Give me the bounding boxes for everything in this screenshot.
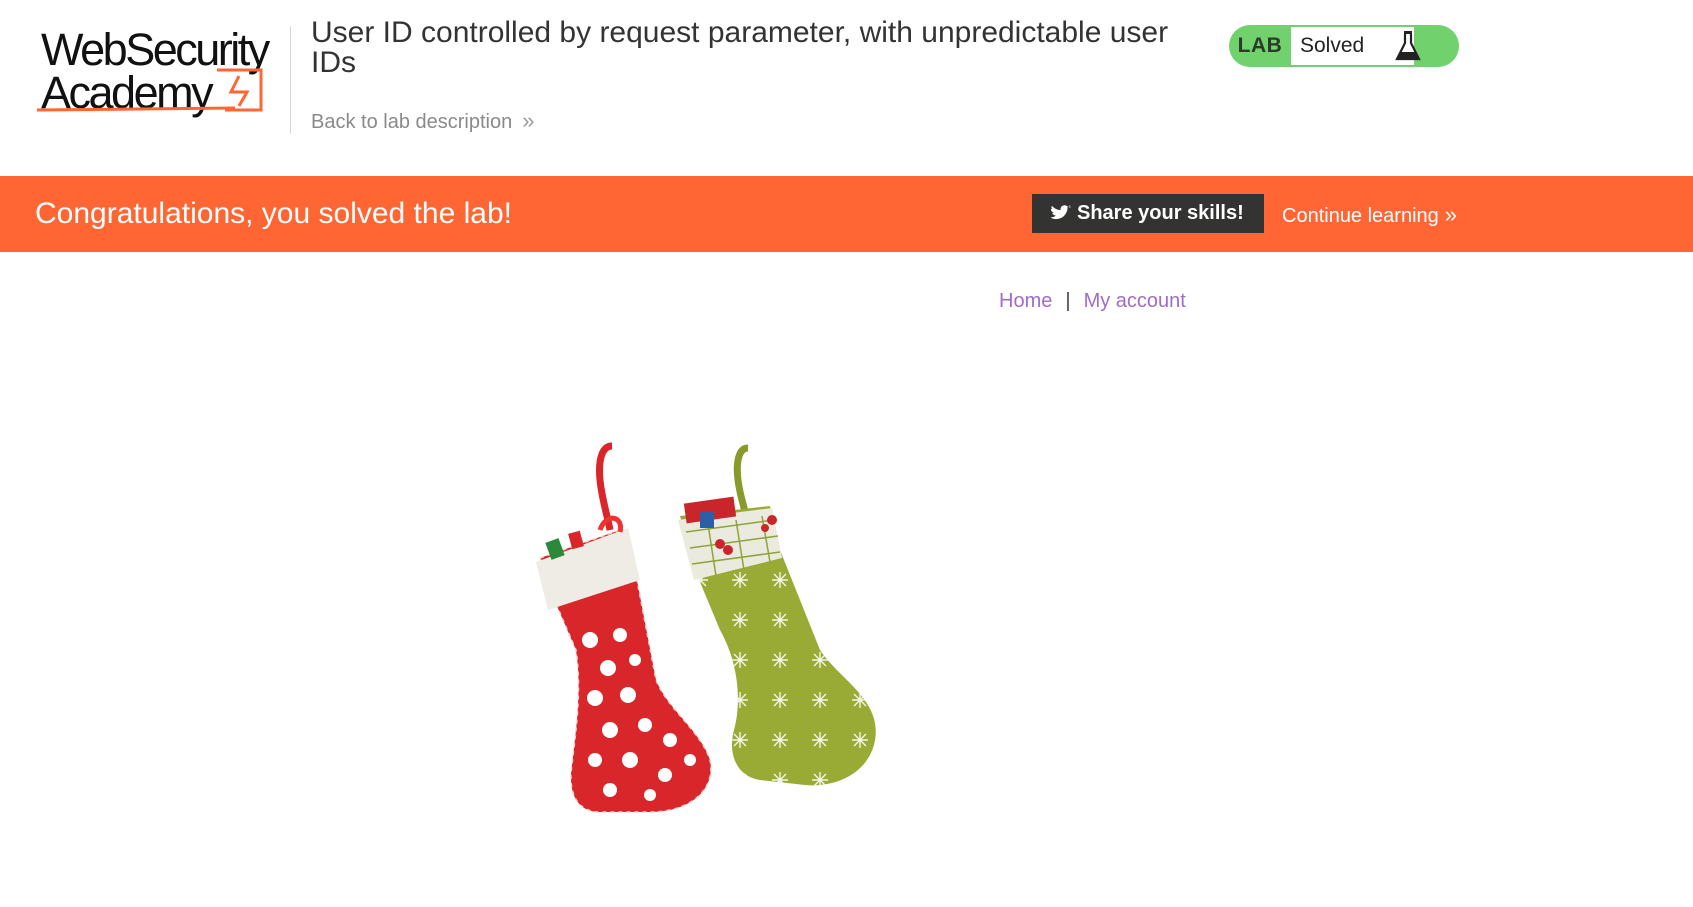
lab-header: WebSecurity Academy User ID controlled b…: [0, 0, 1693, 176]
lightning-bolt-icon: [36, 68, 263, 112]
header-divider: [290, 26, 291, 134]
double-chevron-right-icon: »: [522, 108, 535, 133]
twitter-icon: [1049, 205, 1071, 220]
lab-title: User ID controlled by request parameter,…: [311, 16, 1169, 79]
christmas-stockings-image: [536, 442, 876, 813]
lab-status-widget: LAB Solved: [1229, 25, 1459, 67]
my-account-link[interactable]: My account: [1084, 290, 1186, 312]
solved-message: Congratulations, you solved the lab!: [35, 197, 512, 230]
continue-learning-label: Continue learning: [1282, 205, 1439, 227]
nav-separator: |: [1065, 290, 1071, 312]
web-security-academy-logo[interactable]: WebSecurity Academy: [35, 22, 285, 117]
flask-icon: [1395, 31, 1421, 61]
share-your-skills-button[interactable]: Share your skills!: [1032, 194, 1264, 233]
continue-learning-link[interactable]: Continue learning»: [1282, 202, 1457, 228]
back-link-label: Back to lab description: [311, 111, 513, 133]
top-nav: Home | My account: [999, 290, 1186, 313]
congratulations-banner: Congratulations, you solved the lab! Sha…: [0, 176, 1693, 252]
double-chevron-right-icon: »: [1444, 202, 1458, 227]
lab-label: LAB: [1237, 34, 1283, 57]
share-button-label: Share your skills!: [1077, 202, 1244, 224]
home-link[interactable]: Home: [999, 290, 1052, 312]
back-to-lab-description-link[interactable]: Back to lab description »: [311, 108, 534, 134]
